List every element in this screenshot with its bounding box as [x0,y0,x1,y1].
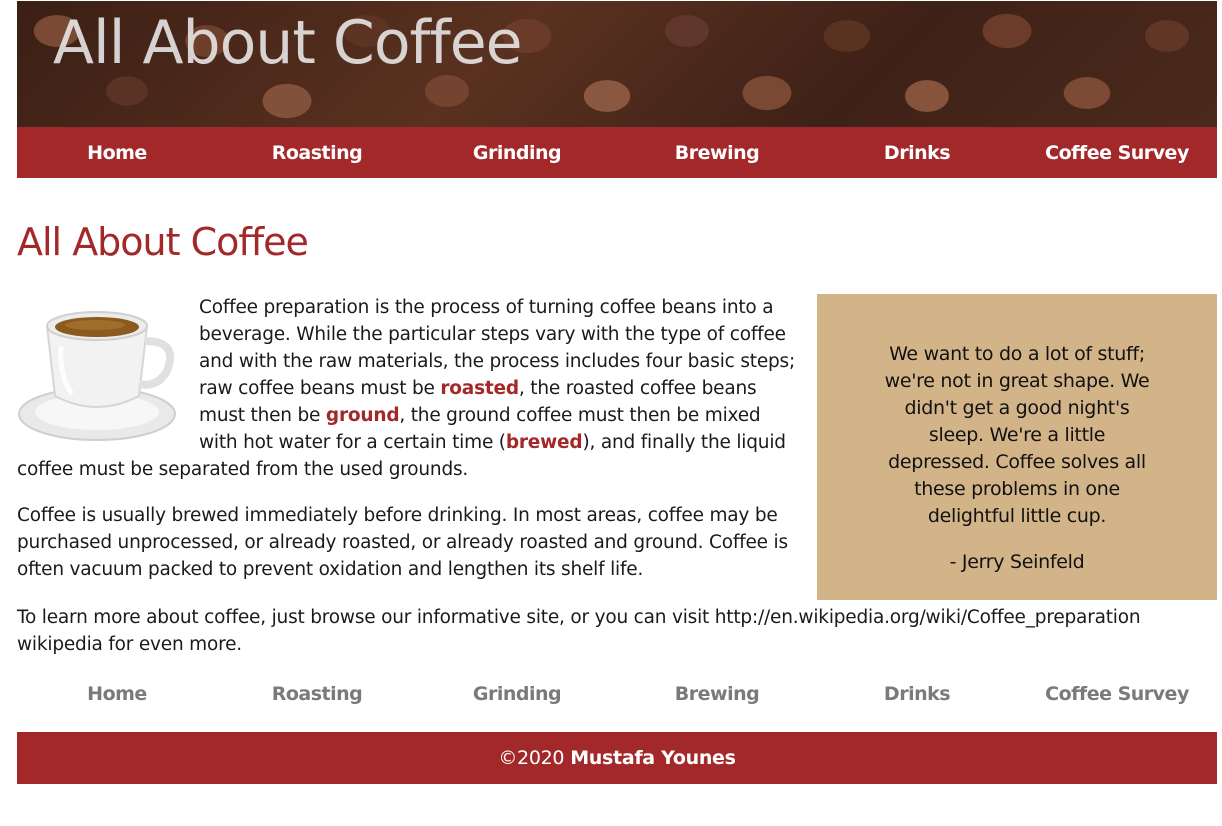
footer-author: Mustafa Younes [570,747,736,769]
intro-paragraph: Coffee preparation is the process of tur… [17,294,797,483]
link-roasted[interactable]: roasted [440,378,519,399]
footer: ©2020 Mustafa Younes [17,732,1217,784]
nav-brewing[interactable]: Brewing [617,142,817,164]
footer-nav: Home Roasting Grinding Brewing Drinks Co… [17,674,1217,714]
footer-nav-grinding[interactable]: Grinding [417,683,617,705]
nav-home[interactable]: Home [17,142,217,164]
paragraph-3: To learn more about coffee, just browse … [17,607,1141,655]
footer-nav-coffee-survey[interactable]: Coffee Survey [1017,683,1217,705]
main-content: Coffee preparation is the process of tur… [17,294,1217,674]
header-banner: All About Coffee [17,1,1217,127]
nav-grinding[interactable]: Grinding [417,142,617,164]
link-ground[interactable]: ground [326,405,400,426]
link-brewed[interactable]: brewed [506,432,583,453]
article-text: Coffee preparation is the process of tur… [17,294,797,602]
quote-text: We want to do a lot of stuff; we're not … [884,343,1150,527]
coffee-cup-icon [18,311,176,441]
nav-drinks[interactable]: Drinks [817,142,1017,164]
footer-nav-drinks[interactable]: Drinks [817,683,1017,705]
quote-box: We want to do a lot of stuff; we're not … [817,294,1217,600]
footer-nav-brewing[interactable]: Brewing [617,683,817,705]
banner-title: All About Coffee [53,8,523,78]
nav-roasting[interactable]: Roasting [217,142,417,164]
quote-author: - Jerry Seinfeld [949,551,1085,573]
footer-nav-home[interactable]: Home [17,683,217,705]
copyright-text: ©2020 [498,747,565,769]
nav-coffee-survey[interactable]: Coffee Survey [1017,142,1217,164]
page-title: All About Coffee [17,220,309,264]
page: All About Coffee Home Roasting Grinding … [17,1,1217,784]
footer-nav-roasting[interactable]: Roasting [217,683,417,705]
top-nav: Home Roasting Grinding Brewing Drinks Co… [17,127,1217,178]
paragraph-2: Coffee is usually brewed immediately bef… [17,505,788,580]
